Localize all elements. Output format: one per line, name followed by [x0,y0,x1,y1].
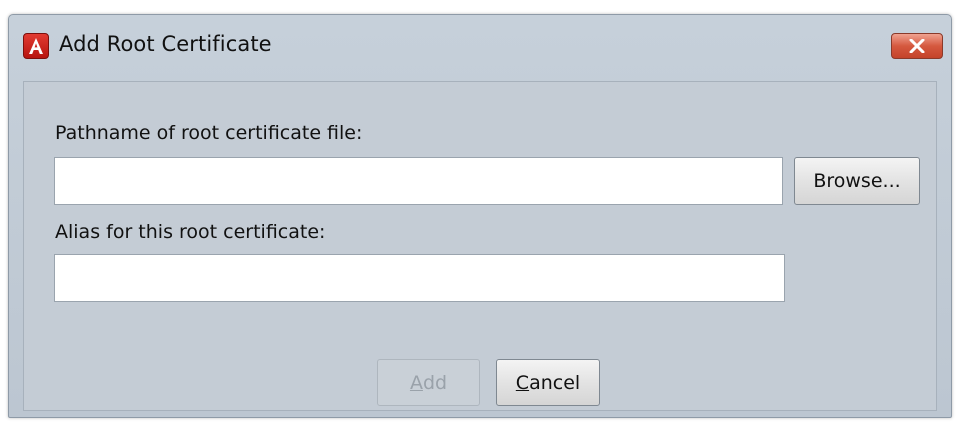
pathname-label: Pathname of root certificate file: [55,122,363,144]
add-root-certificate-dialog: Add Root Certificate Pathname of root ce… [8,14,952,418]
cancel-label-rest: ancel [529,371,581,394]
add-label-rest: dd [422,371,448,394]
close-icon [909,39,925,53]
dialog-title: Add Root Certificate [59,32,272,56]
alias-label: Alias for this root certificate: [55,221,326,243]
browse-button[interactable]: Browse... [794,157,920,205]
dialog-body: Pathname of root certificate file: Brows… [23,81,937,411]
cancel-mnemonic: C [515,371,530,394]
cancel-button[interactable]: Cancel [496,359,600,406]
add-button[interactable]: Add [377,359,480,406]
add-mnemonic: A [409,371,423,394]
close-button[interactable] [891,33,943,59]
acrobat-icon [23,33,49,59]
pathname-input[interactable] [54,157,783,205]
title-bar[interactable]: Add Root Certificate [9,15,951,73]
alias-input[interactable] [54,254,785,302]
